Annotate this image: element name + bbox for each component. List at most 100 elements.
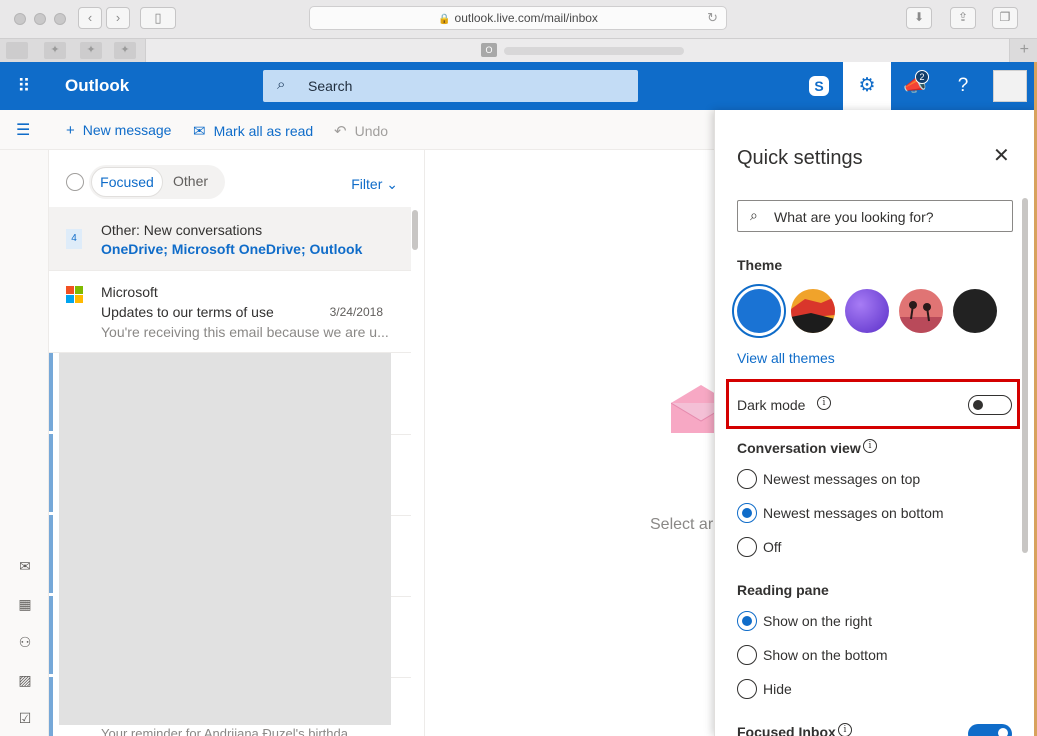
share-icon: ⇪ bbox=[957, 10, 969, 24]
command-bar: ☰ + New message ✉ Mark all as read ↶ Undo bbox=[0, 110, 714, 150]
theme-sunset[interactable] bbox=[791, 289, 835, 333]
theme-palms[interactable] bbox=[899, 289, 943, 333]
message-preview: You're receiving this email because we a… bbox=[101, 324, 389, 340]
redacted-messages bbox=[59, 353, 391, 725]
favorite-twitter[interactable]: ✦ bbox=[114, 42, 136, 59]
new-tab-button[interactable]: + bbox=[1020, 41, 1029, 59]
mail-icon[interactable]: ✉ bbox=[15, 556, 35, 576]
group-title: Other: New conversations bbox=[101, 222, 263, 238]
undo-button[interactable]: ↶ Undo bbox=[334, 122, 388, 140]
filter-button[interactable]: Filter ⌄ bbox=[351, 176, 398, 193]
address-bar[interactable]: 🔒 outlook.live.com/mail/inbox ↻ bbox=[309, 6, 727, 30]
dark-mode-label: Dark mode bbox=[737, 397, 806, 413]
close-icon[interactable]: ✕ bbox=[993, 143, 1010, 168]
settings-button[interactable]: ⚙ bbox=[843, 62, 891, 110]
radio-label: Show on the right bbox=[763, 613, 872, 629]
quick-settings-panel: Quick settings ✕ ⌕ What are you looking … bbox=[714, 110, 1037, 736]
theme-purple[interactable] bbox=[845, 289, 889, 333]
app-launcher-icon[interactable]: ⠿ bbox=[10, 72, 38, 100]
reload-icon[interactable]: ↻ bbox=[707, 7, 718, 29]
theme-heading: Theme bbox=[737, 257, 783, 273]
theme-black[interactable] bbox=[953, 289, 997, 333]
radio-button[interactable] bbox=[737, 537, 757, 557]
new-message-label: New message bbox=[82, 122, 172, 138]
downloads-button[interactable]: ⬇ bbox=[906, 7, 932, 29]
info-icon[interactable]: i bbox=[838, 723, 852, 736]
message-subject: Updates to our terms of use bbox=[101, 304, 274, 320]
browser-toolbar: ‹ › ▯ 🔒 outlook.live.com/mail/inbox ↻ ⬇ ⇪… bbox=[0, 0, 1037, 38]
focused-inbox-toggle[interactable] bbox=[968, 724, 1012, 736]
view-all-themes-link[interactable]: View all themes bbox=[737, 350, 835, 366]
divider bbox=[391, 515, 411, 516]
app-title[interactable]: Outlook bbox=[65, 76, 129, 96]
info-icon[interactable]: i bbox=[863, 439, 877, 453]
tabs-overview-button[interactable]: ❐ bbox=[992, 7, 1018, 29]
tab-outlook[interactable]: O bbox=[145, 39, 1010, 63]
people-icon[interactable]: ⚇ bbox=[15, 632, 35, 652]
list-item-other-conversations[interactable]: 4 Other: New conversations OneDrive; Mic… bbox=[49, 207, 411, 271]
settings-search-placeholder: What are you looking for? bbox=[774, 209, 934, 225]
radio-label: Newest messages on bottom bbox=[763, 505, 944, 521]
panel-scrollbar[interactable] bbox=[1022, 198, 1028, 553]
plus-icon: + bbox=[66, 122, 75, 139]
bird-icon: ✦ bbox=[50, 44, 60, 56]
photos-icon[interactable]: ▨ bbox=[15, 670, 35, 690]
window-zoom-dot[interactable] bbox=[54, 13, 66, 25]
settings-search-input[interactable]: ⌕ What are you looking for? bbox=[737, 200, 1013, 232]
favorite-twitter[interactable]: ✦ bbox=[44, 42, 66, 59]
tabs-icon: ❐ bbox=[999, 10, 1011, 24]
message-preview: Your reminder for Andrijana Đuzel's birt… bbox=[101, 726, 359, 736]
list-item[interactable]: Microsoft Updates to our terms of use 3/… bbox=[49, 271, 411, 353]
help-button[interactable]: ? bbox=[939, 62, 987, 110]
radio-button[interactable] bbox=[737, 611, 757, 631]
group-senders: OneDrive; Microsoft OneDrive; Outlook bbox=[101, 241, 363, 257]
dark-mode-toggle[interactable] bbox=[968, 395, 1012, 415]
microsoft-logo-icon bbox=[66, 286, 84, 304]
calendar-icon[interactable]: ▦ bbox=[15, 594, 35, 614]
lock-icon: 🔒 bbox=[438, 14, 451, 25]
window-minimize-dot[interactable] bbox=[34, 13, 46, 25]
share-button[interactable]: ⇪ bbox=[950, 7, 976, 29]
theme-blue[interactable] bbox=[737, 289, 781, 333]
tab-other[interactable]: Other bbox=[173, 173, 208, 189]
favorite-twitter[interactable]: ✦ bbox=[80, 42, 102, 59]
search-box[interactable]: ⌕ Search bbox=[263, 70, 638, 102]
sidebar-toggle-button[interactable]: ▯ bbox=[140, 7, 176, 29]
download-icon: ⬇ bbox=[913, 10, 925, 24]
tab-title-redacted bbox=[504, 47, 684, 55]
avatar[interactable] bbox=[993, 70, 1027, 102]
new-message-button[interactable]: + New message bbox=[66, 122, 171, 139]
whats-new-button[interactable]: 📣 2 bbox=[891, 62, 939, 110]
undo-label: Undo bbox=[354, 123, 389, 139]
favorite-item[interactable] bbox=[6, 42, 28, 59]
inbox-pivot: Focused Other bbox=[89, 165, 225, 199]
radio-button[interactable] bbox=[737, 503, 757, 523]
forward-button[interactable]: › bbox=[106, 7, 130, 29]
divider bbox=[391, 434, 411, 435]
radio-label: Show on the bottom bbox=[763, 647, 888, 663]
mark-all-read-button[interactable]: ✉ Mark all as read bbox=[193, 122, 313, 140]
back-button[interactable]: ‹ bbox=[78, 7, 102, 29]
sidebar-icon: ▯ bbox=[154, 10, 162, 25]
unread-indicator bbox=[49, 596, 53, 674]
search-icon: ⌕ bbox=[750, 207, 758, 223]
palms-theme-icon bbox=[899, 289, 943, 333]
unread-indicator bbox=[49, 677, 53, 736]
tab-focused[interactable]: Focused bbox=[91, 167, 163, 197]
info-icon[interactable]: i bbox=[817, 396, 831, 410]
select-all-checkbox[interactable] bbox=[66, 173, 84, 191]
reading-pane: Select ar bbox=[426, 150, 731, 736]
window-close-dot[interactable] bbox=[14, 13, 26, 25]
chevron-down-icon: ⌄ bbox=[386, 176, 398, 192]
radio-button[interactable] bbox=[737, 469, 757, 489]
help-icon: ? bbox=[957, 75, 969, 96]
bird-icon: ✦ bbox=[86, 44, 96, 56]
menu-icon[interactable]: ☰ bbox=[16, 120, 30, 140]
undo-icon: ↶ bbox=[334, 123, 347, 140]
radio-button[interactable] bbox=[737, 645, 757, 665]
list-scrollbar[interactable] bbox=[412, 210, 418, 250]
skype-button[interactable]: S bbox=[795, 62, 843, 110]
panel-title: Quick settings bbox=[737, 147, 863, 169]
todo-icon[interactable]: ☑ bbox=[15, 708, 35, 728]
radio-button[interactable] bbox=[737, 679, 757, 699]
